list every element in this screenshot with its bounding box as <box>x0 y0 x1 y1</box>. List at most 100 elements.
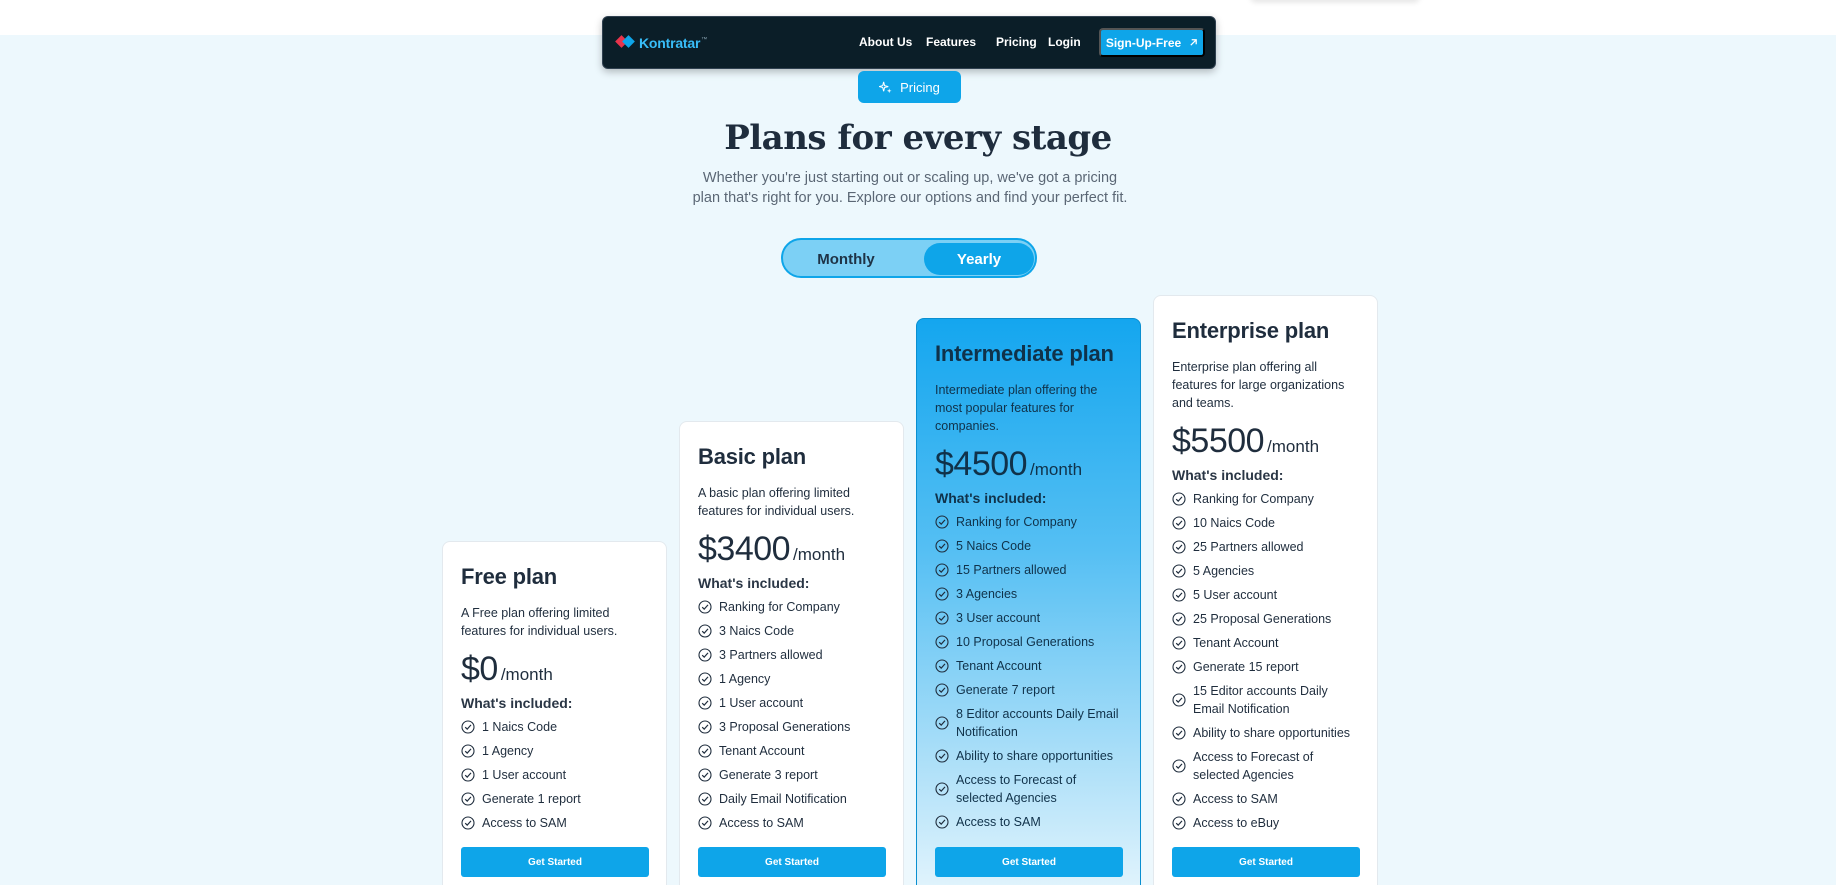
check-circle-icon <box>1172 612 1186 626</box>
feature-list: Ranking for Company 3 Naics Code 3 Partner… <box>698 598 885 832</box>
feature-item: 5 Naics Code <box>935 537 1122 555</box>
page-title: Plans for every stage <box>724 118 1112 158</box>
check-circle-icon <box>935 515 949 529</box>
plan-price: $3400 <box>698 530 791 568</box>
feature-list: Ranking for Company 5 Naics Code 15 Partne… <box>935 513 1122 831</box>
feature-item: 1 Naics Code <box>461 718 648 736</box>
feature-item: 15 Editor accounts Daily Email Notificat… <box>1172 682 1359 718</box>
check-circle-icon <box>1172 726 1186 740</box>
feature-item: 15 Partners allowed <box>935 561 1122 579</box>
plan-description: A Free plan offering limited features fo… <box>461 606 618 638</box>
feature-label: Ranking for Company <box>956 515 1077 529</box>
feature-item: Ranking for Company <box>698 598 885 616</box>
feature-label: 3 Proposal Generations <box>719 720 851 734</box>
get-started-button[interactable]: Get Started <box>698 847 886 877</box>
feature-label: Access to SAM <box>1193 792 1278 806</box>
feature-item: Ranking for Company <box>935 513 1122 531</box>
plan-price: $0 <box>461 650 498 688</box>
price-period: /month <box>1030 460 1083 479</box>
nav-link-pricing[interactable]: Pricing <box>996 35 1037 49</box>
check-circle-icon <box>461 768 475 782</box>
check-circle-icon <box>1172 636 1186 650</box>
feature-item: 1 User account <box>461 766 648 784</box>
get-started-button[interactable]: Get Started <box>1172 847 1360 877</box>
feature-item: 5 User account <box>1172 586 1359 604</box>
logo[interactable]: Kontratar ™ <box>615 33 707 53</box>
check-circle-icon <box>698 696 712 710</box>
feature-label: 15 Partners allowed <box>956 563 1067 577</box>
plan-description: A basic plan offering limited features f… <box>698 486 855 518</box>
plan-name: Enterprise plan <box>1172 318 1330 343</box>
nav-link-features[interactable]: Features <box>926 35 976 49</box>
feature-item: 3 Partners allowed <box>698 646 885 664</box>
price-row: $4500/month <box>935 445 1122 484</box>
plan-description: Intermediate plan offering the most popu… <box>935 383 1098 433</box>
get-started-button[interactable]: Get Started <box>461 847 649 877</box>
feature-label: Ability to share opportunities <box>956 749 1114 763</box>
nav-link-about-us[interactable]: About Us <box>859 35 912 49</box>
feature-label: 3 Naics Code <box>719 624 795 638</box>
plan-card-intermediate: Intermediate plan Intermediate plan offer… <box>916 318 1141 885</box>
feature-label: 5 Agencies <box>1193 564 1255 578</box>
feature-list: Ranking for Company 10 Naics Code 25 Partn… <box>1172 490 1359 832</box>
feature-list: 1 Naics Code 1 Agency 1 User account Genera… <box>461 718 648 832</box>
feature-label: 1 User account <box>719 696 804 710</box>
feature-label: Ability to share opportunities <box>1193 726 1351 740</box>
toggle-option-monthly[interactable]: Monthly <box>786 243 906 275</box>
included-heading: What's included: <box>461 695 573 711</box>
feature-label: Ranking for Company <box>1193 492 1314 506</box>
check-circle-icon <box>1172 693 1186 707</box>
feature-item: 3 User account <box>935 609 1122 627</box>
nav-link-login[interactable]: Login <box>1048 35 1081 49</box>
feature-label: Generate 1 report <box>482 792 581 806</box>
feature-item: 10 Proposal Generations <box>935 633 1122 651</box>
plan-description: Enterprise plan offering all features fo… <box>1172 360 1345 410</box>
sign-up-free-button[interactable]: Sign-Up-Free <box>1099 28 1205 57</box>
feature-item: 8 Editor accounts Daily Email Notificati… <box>935 705 1122 741</box>
toggle-option-yearly[interactable]: Yearly <box>924 243 1034 275</box>
feature-label: Access to SAM <box>956 815 1041 829</box>
feature-item: 1 User account <box>698 694 885 712</box>
feature-item: 25 Proposal Generations <box>1172 610 1359 628</box>
feature-label: Access to Forecast of selected Agencies <box>1193 750 1314 782</box>
feature-item: 5 Agencies <box>1172 562 1359 580</box>
feature-item: Generate 1 report <box>461 790 648 808</box>
feature-label: 5 Naics Code <box>956 539 1032 553</box>
feature-label: 3 Agencies <box>956 587 1018 601</box>
check-circle-icon <box>698 792 712 806</box>
check-circle-icon <box>698 720 712 734</box>
included-heading: What's included: <box>1172 467 1284 483</box>
feature-label: 8 Editor accounts Daily Email Notificati… <box>956 707 1119 739</box>
feature-item: Access to Forecast of selected Agencies <box>1172 748 1359 784</box>
price-row: $0/month <box>461 650 648 689</box>
feature-label: Access to SAM <box>482 816 567 830</box>
check-circle-icon <box>1172 816 1186 830</box>
included-heading: What's included: <box>935 490 1047 506</box>
feature-item: 25 Partners allowed <box>1172 538 1359 556</box>
feature-item: 1 Agency <box>461 742 648 760</box>
check-circle-icon <box>935 563 949 577</box>
feature-item: Access to SAM <box>461 814 648 832</box>
feature-label: Tenant Account <box>956 659 1042 673</box>
arrow-up-right-icon <box>1190 39 1198 46</box>
check-circle-icon <box>935 782 949 796</box>
feature-item: Access to SAM <box>935 813 1122 831</box>
plan-card-enterprise: Enterprise plan Enterprise plan offering … <box>1153 295 1378 885</box>
feature-label: 1 Naics Code <box>482 720 558 734</box>
plan-card-basic: Basic plan A basic plan offering limited … <box>679 421 904 885</box>
feature-label: 3 User account <box>956 611 1041 625</box>
feature-item: Access to SAM <box>698 814 885 832</box>
price-row: $3400/month <box>698 530 885 569</box>
check-circle-icon <box>935 659 949 673</box>
feature-label: Access to SAM <box>719 816 804 830</box>
feature-item: Tenant Account <box>935 657 1122 675</box>
feature-label: 5 User account <box>1193 588 1278 602</box>
feature-item: Generate 7 report <box>935 681 1122 699</box>
check-circle-icon <box>935 539 949 553</box>
feature-item: 1 Agency <box>698 670 885 688</box>
plan-price: $4500 <box>935 445 1028 483</box>
check-circle-icon <box>698 624 712 638</box>
get-started-button[interactable]: Get Started <box>935 847 1123 877</box>
feature-item: Generate 3 report <box>698 766 885 784</box>
feature-label: Generate 7 report <box>956 683 1055 697</box>
